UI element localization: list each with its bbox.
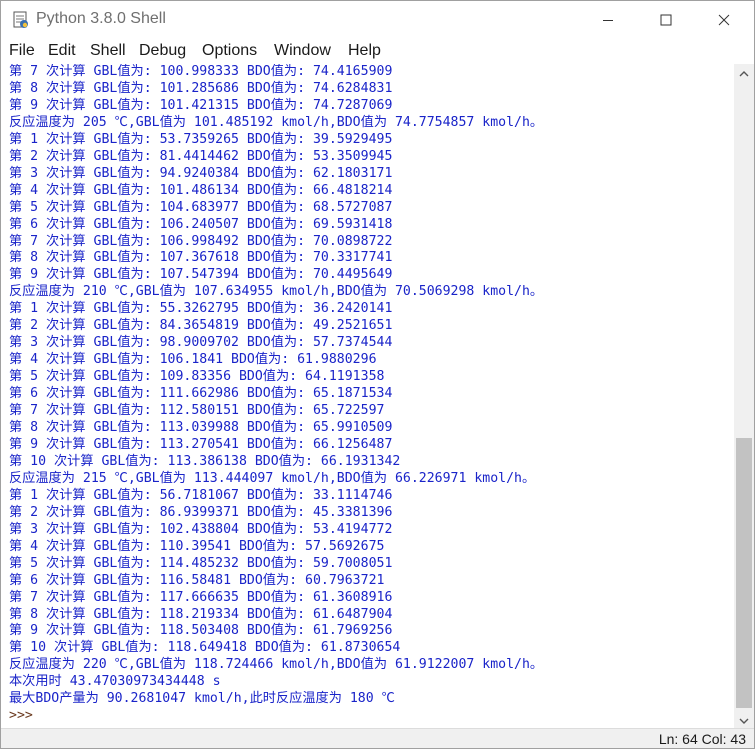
output-line: 第 9 次计算 GBL值为: 113.270541 BDO值为: 66.1256… xyxy=(9,436,393,452)
chevron-up-icon xyxy=(739,63,749,82)
menu-bar: File Edit Shell Debug Options Window Hel… xyxy=(1,39,754,64)
window-title: Python 3.8.0 Shell xyxy=(36,10,166,27)
maximize-icon xyxy=(660,11,672,30)
minimize-icon xyxy=(602,11,614,30)
output-line: 第 2 次计算 GBL值为: 86.9399371 BDO值为: 45.3381… xyxy=(9,504,393,520)
output-line: 本次用时 43.47030973434448 s xyxy=(9,674,221,690)
output-line: 第 9 次计算 GBL值为: 107.547394 BDO值为: 70.4495… xyxy=(9,267,393,283)
chevron-down-icon xyxy=(739,710,749,729)
maximize-button[interactable] xyxy=(637,1,695,39)
scroll-down-button[interactable] xyxy=(734,711,754,728)
output-line: 第 10 次计算 GBL值为: 113.386138 BDO值为: 66.193… xyxy=(9,453,401,469)
output-line: 反应温度为 210 ℃,GBL值为 107.634955 kmol/h,BDO值… xyxy=(9,284,544,300)
idle-shell-window: Python 3.8.0 Shell File Edit Shell Debug… xyxy=(0,0,755,749)
output-line: 第 8 次计算 GBL值为: 107.367618 BDO值为: 70.3317… xyxy=(9,250,393,266)
output-line: 第 5 次计算 GBL值为: 104.683977 BDO值为: 68.5727… xyxy=(9,199,393,215)
output-line: 反应温度为 220 ℃,GBL值为 118.724466 kmol/h,BDO值… xyxy=(9,657,544,673)
output-line: 第 6 次计算 GBL值为: 116.58481 BDO值为: 60.79637… xyxy=(9,572,385,588)
output-line: 第 3 次计算 GBL值为: 98.9009702 BDO值为: 57.7374… xyxy=(9,335,393,351)
output-line: 第 9 次计算 GBL值为: 118.503408 BDO值为: 61.7969… xyxy=(9,623,393,639)
vertical-scrollbar[interactable] xyxy=(734,64,754,728)
output-line: 第 7 次计算 GBL值为: 112.580151 BDO值为: 65.7225… xyxy=(9,403,385,419)
scroll-up-button[interactable] xyxy=(734,64,754,81)
output-line: 第 8 次计算 GBL值为: 118.219334 BDO值为: 61.6487… xyxy=(9,606,393,622)
output-line: 第 2 次计算 GBL值为: 84.3654819 BDO值为: 49.2521… xyxy=(9,318,393,334)
output-line: 第 9 次计算 GBL值为: 101.421315 BDO值为: 74.7287… xyxy=(9,97,393,113)
menu-edit[interactable]: Edit xyxy=(48,42,76,60)
output-line: 第 3 次计算 GBL值为: 102.438804 BDO值为: 53.4194… xyxy=(9,521,393,537)
cursor-position: Ln: 64 Col: 43 xyxy=(658,731,746,747)
menu-options[interactable]: Options xyxy=(202,42,257,60)
menu-debug[interactable]: Debug xyxy=(139,42,186,60)
output-line: 第 10 次计算 GBL值为: 118.649418 BDO值为: 61.873… xyxy=(9,640,401,656)
output-line: 第 1 次计算 GBL值为: 53.7359265 BDO值为: 39.5929… xyxy=(9,131,393,147)
shell-prompt[interactable]: >>> xyxy=(9,708,33,723)
output-line: 第 7 次计算 GBL值为: 100.998333 BDO值为: 74.4165… xyxy=(9,64,393,79)
output-line: 第 4 次计算 GBL值为: 101.486134 BDO值为: 66.4818… xyxy=(9,182,393,198)
output-line: 第 4 次计算 GBL值为: 110.39541 BDO值为: 57.56926… xyxy=(9,538,385,554)
output-line: 第 3 次计算 GBL值为: 94.9240384 BDO值为: 62.1803… xyxy=(9,165,393,181)
output-line: 第 5 次计算 GBL值为: 109.83356 BDO值为: 64.11913… xyxy=(9,369,385,385)
close-button[interactable] xyxy=(695,1,753,39)
title-bar[interactable]: Python 3.8.0 Shell xyxy=(1,1,754,39)
output-line: 第 1 次计算 GBL值为: 56.7181067 BDO值为: 33.1114… xyxy=(9,487,393,503)
output-line: 反应温度为 205 ℃,GBL值为 101.485192 kmol/h,BDO值… xyxy=(9,114,544,130)
close-icon xyxy=(718,11,730,30)
menu-shell[interactable]: Shell xyxy=(90,42,126,60)
output-line: 第 1 次计算 GBL值为: 55.3262795 BDO值为: 36.2420… xyxy=(9,301,393,317)
output-line: 第 6 次计算 GBL值为: 106.240507 BDO值为: 69.5931… xyxy=(9,216,393,232)
scrollbar-thumb[interactable] xyxy=(736,438,752,708)
output-line: 第 6 次计算 GBL值为: 111.662986 BDO值为: 65.1871… xyxy=(9,386,393,402)
menu-help[interactable]: Help xyxy=(348,42,381,60)
output-line: 第 8 次计算 GBL值为: 101.285686 BDO值为: 74.6284… xyxy=(9,80,393,96)
output-line: 第 7 次计算 GBL值为: 106.998492 BDO值为: 70.0898… xyxy=(9,233,393,249)
output-line: 反应温度为 215 ℃,GBL值为 113.444097 kmol/h,BDO值… xyxy=(9,470,536,486)
output-line: 第 8 次计算 GBL值为: 113.039988 BDO值为: 65.9910… xyxy=(9,420,393,436)
output-line: 第 5 次计算 GBL值为: 114.485232 BDO值为: 59.7008… xyxy=(9,555,393,571)
output-line: 第 2 次计算 GBL值为: 81.4414462 BDO值为: 53.3509… xyxy=(9,148,393,164)
shell-text-area[interactable]: 第 7 次计算 GBL值为: 100.998333 BDO值为: 74.4165… xyxy=(1,64,734,728)
output-line: 第 7 次计算 GBL值为: 117.666635 BDO值为: 61.3608… xyxy=(9,589,393,605)
minimize-button[interactable] xyxy=(579,1,637,39)
shell-output: 第 7 次计算 GBL值为: 100.998333 BDO值为: 74.4165… xyxy=(9,64,543,708)
python-app-icon xyxy=(12,11,30,29)
output-line: 最大BDO产量为 90.2681047 kmol/h,此时反应温度为 180 ℃ xyxy=(9,691,395,707)
menu-file[interactable]: File xyxy=(9,42,35,60)
status-bar: Ln: 64 Col: 43 xyxy=(1,728,754,748)
menu-window[interactable]: Window xyxy=(274,42,331,60)
output-line: 第 4 次计算 GBL值为: 106.1841 BDO值为: 61.988029… xyxy=(9,352,377,368)
